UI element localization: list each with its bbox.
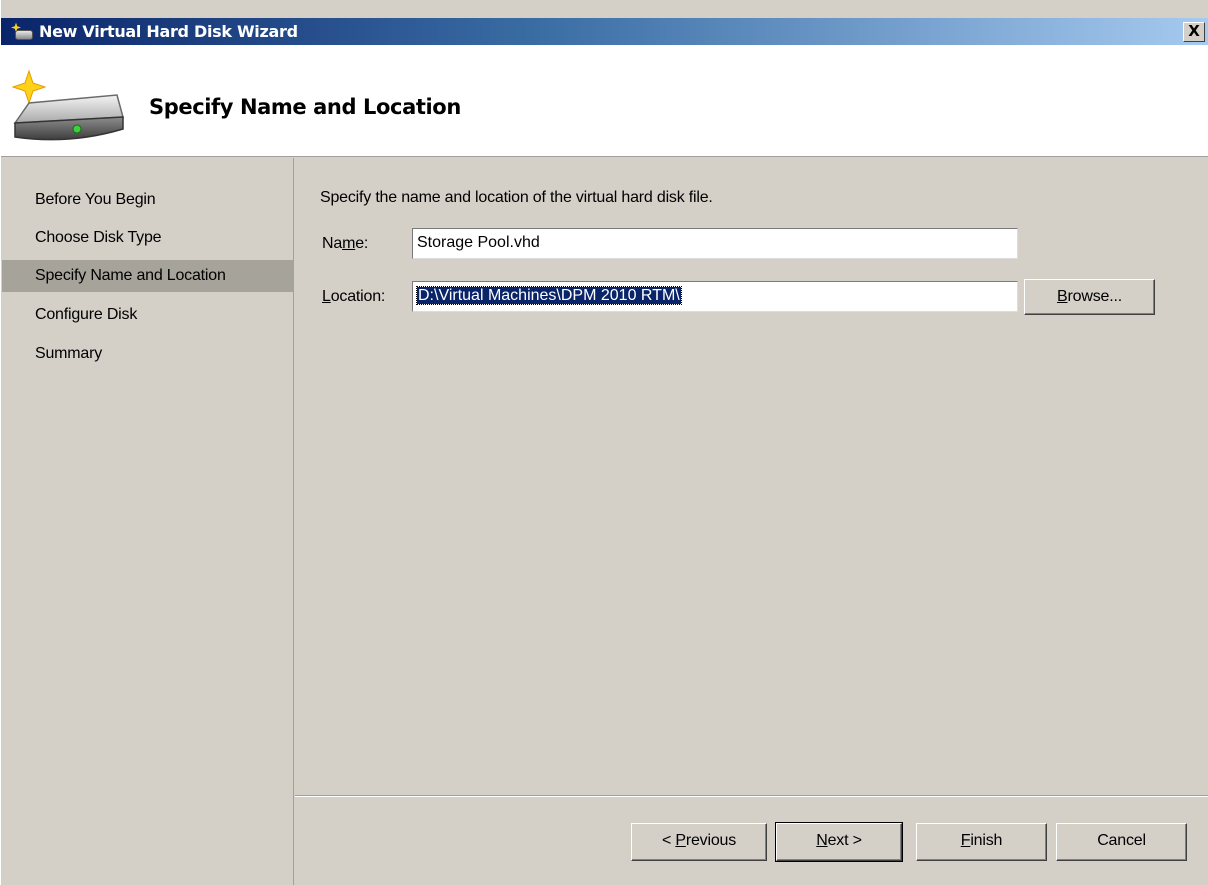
wizard-window: New Virtual Hard Disk Wizard X Specify N… bbox=[0, 0, 1208, 885]
location-label: Location: bbox=[322, 288, 386, 305]
page-title: Specify Name and Location bbox=[149, 95, 461, 119]
close-button[interactable]: X bbox=[1183, 22, 1205, 42]
content-panel: Specify the name and location of the vir… bbox=[295, 158, 1208, 795]
nav-item-summary[interactable]: Summary bbox=[2, 338, 294, 370]
name-input-value: Storage Pool.vhd bbox=[417, 234, 540, 251]
footer-divider bbox=[295, 795, 1208, 797]
location-input-value: D:\Virtual Machines\DPM 2010 RTM\ bbox=[416, 286, 682, 305]
finish-button[interactable]: Finish bbox=[916, 823, 1047, 861]
new-disk-icon bbox=[11, 22, 33, 41]
nav-item-before-you-begin[interactable]: Before You Begin bbox=[2, 184, 294, 216]
name-input[interactable]: Storage Pool.vhd bbox=[412, 228, 1018, 259]
intro-text: Specify the name and location of the vir… bbox=[320, 189, 713, 206]
location-input[interactable]: D:\Virtual Machines\DPM 2010 RTM\ bbox=[412, 281, 1018, 312]
next-button[interactable]: Next > bbox=[775, 822, 903, 862]
header-banner: Specify Name and Location bbox=[1, 45, 1208, 157]
cancel-button[interactable]: Cancel bbox=[1056, 823, 1187, 861]
virtual-hard-disk-icon bbox=[11, 69, 124, 141]
window-title: New Virtual Hard Disk Wizard bbox=[39, 22, 298, 41]
nav-item-specify-name-and-location[interactable]: Specify Name and Location bbox=[2, 260, 294, 292]
previous-button[interactable]: < Previous bbox=[631, 823, 767, 861]
wizard-steps-nav: Before You Begin Choose Disk Type Specif… bbox=[2, 158, 294, 885]
title-bar[interactable]: New Virtual Hard Disk Wizard X bbox=[1, 18, 1208, 45]
nav-item-choose-disk-type[interactable]: Choose Disk Type bbox=[2, 222, 294, 254]
name-label: Name: bbox=[322, 235, 369, 252]
browse-button[interactable]: Browse... bbox=[1024, 279, 1155, 315]
nav-item-configure-disk[interactable]: Configure Disk bbox=[2, 299, 294, 331]
